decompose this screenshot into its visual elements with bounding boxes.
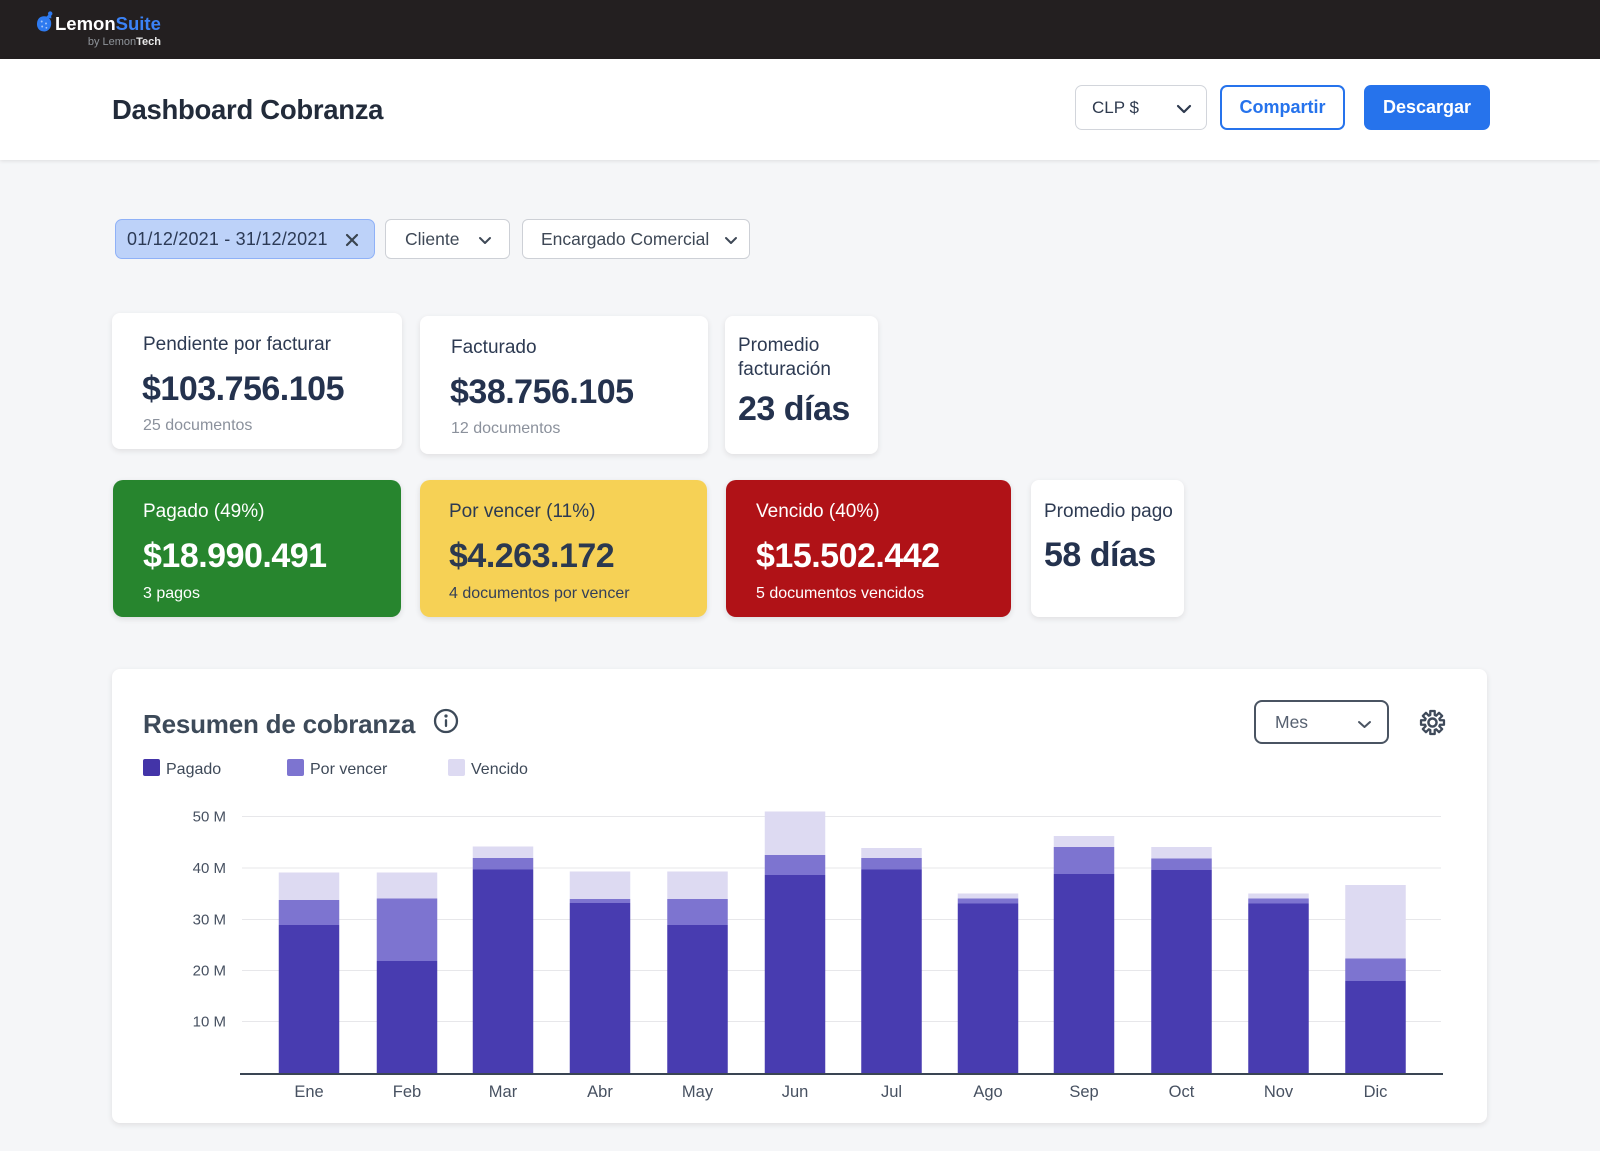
svg-text:Mar: Mar [489,1083,518,1101]
svg-text:Feb: Feb [393,1083,421,1101]
svg-text:Ene: Ene [294,1083,323,1101]
svg-text:30 M: 30 M [193,912,226,929]
svg-text:Sep: Sep [1069,1083,1098,1101]
svg-text:20 M: 20 M [193,963,226,980]
svg-text:Nov: Nov [1264,1083,1294,1101]
svg-text:50 M: 50 M [193,809,226,826]
svg-text:Oct: Oct [1169,1083,1195,1101]
svg-text:40 M: 40 M [193,860,226,877]
svg-text:Abr: Abr [587,1083,613,1101]
svg-text:Ago: Ago [973,1083,1002,1101]
svg-text:Jul: Jul [881,1083,902,1101]
svg-text:Dic: Dic [1364,1083,1388,1101]
svg-text:May: May [682,1083,714,1101]
svg-text:10 M: 10 M [193,1014,226,1031]
svg-text:Jun: Jun [782,1083,809,1101]
